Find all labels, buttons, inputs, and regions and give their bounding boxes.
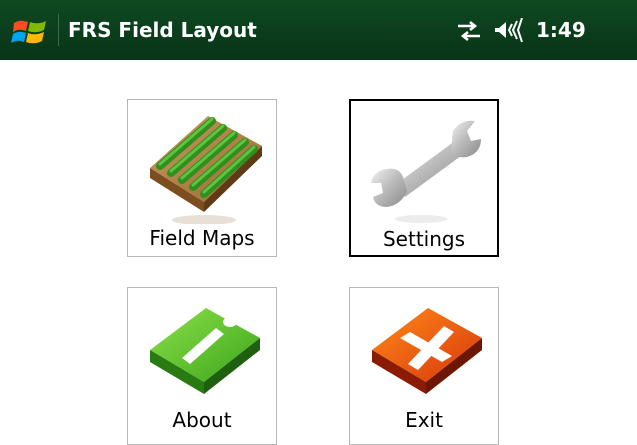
app-title: FRS Field Layout [68,18,257,42]
field-maps-label: Field Maps [149,226,255,250]
title-bar: FRS Field Layout 1:49 [0,0,637,60]
title-divider [58,14,59,46]
windows-flag-icon[interactable] [10,15,52,49]
clock: 1:49 [536,18,586,42]
exit-tile[interactable]: Exit [349,287,499,445]
info-icon [150,308,260,394]
settings-tile[interactable]: Settings [349,99,499,257]
field-rows-icon [150,116,262,224]
field-maps-tile[interactable]: Field Maps [127,99,277,257]
speaker-volume-icon[interactable] [494,18,526,42]
about-tile[interactable]: About [127,287,277,445]
exit-label: Exit [405,408,443,432]
wrench-icon [371,120,481,223]
connectivity-arrows-icon[interactable] [456,20,482,42]
exit-x-icon [372,308,482,394]
about-label: About [172,408,232,432]
settings-label: Settings [382,227,466,251]
